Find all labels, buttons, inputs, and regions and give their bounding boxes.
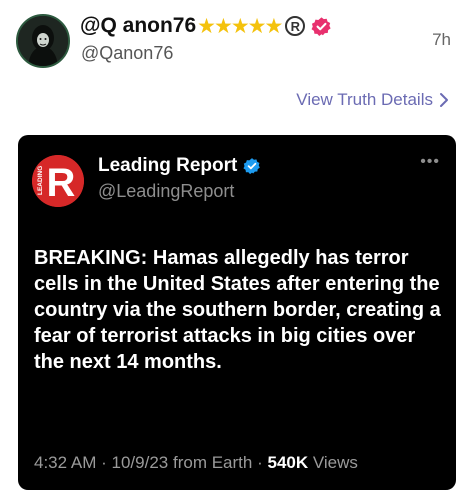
embedded-handle: @LeadingReport: [98, 181, 235, 201]
logo-side-text: LEADING: [37, 166, 44, 195]
embedded-display-name-row: Leading Report: [98, 155, 261, 177]
embedded-time: 4:32 AM: [34, 453, 97, 472]
leading-report-logo-icon: R LEADING: [32, 155, 84, 207]
leading-report-logo: R LEADING: [32, 155, 84, 207]
embedded-display-name: Leading Report: [98, 155, 238, 176]
logo-letter: R: [47, 161, 76, 205]
separator: ·: [257, 453, 263, 472]
hooded-figure-avatar-icon: [18, 16, 68, 66]
view-details-label: View Truth Details: [296, 90, 433, 109]
post-timestamp: 7h: [432, 30, 451, 49]
verified-badge-icon: [311, 16, 331, 36]
embedded-post-text: BREAKING: Hamas allegedly has terror cel…: [34, 247, 441, 373]
star-icon: ★: [230, 14, 250, 38]
user-handle[interactable]: @Qanon76: [81, 43, 173, 64]
views-label: Views: [312, 453, 358, 472]
verified-badge-icon: [243, 158, 261, 175]
star-icon: ★: [197, 14, 216, 38]
embedded-post-meta: 4:32 AM · 10/9/23 from Earth · 540K View…: [34, 453, 358, 473]
more-options-icon: •••: [420, 153, 440, 170]
embedded-post-image[interactable]: R LEADING Leading Report @LeadingReport …: [18, 135, 456, 490]
star-rating: ★ ★ ★ ★ ★: [197, 14, 283, 38]
display-name[interactable]: @Q anon76: [80, 14, 196, 38]
star-icon: ★: [214, 14, 233, 38]
star-icon: ★: [264, 14, 283, 38]
post-header: @Q anon76 ★ ★ ★ ★ ★ R @Qanon76 7h: [0, 0, 473, 80]
registered-icon: R: [285, 16, 306, 36]
display-name-row[interactable]: @Q anon76 ★ ★ ★ ★ ★ R: [80, 14, 332, 38]
embedded-date: 10/9/23: [111, 453, 169, 472]
user-avatar[interactable]: [16, 14, 70, 68]
embedded-source: from Earth: [172, 453, 253, 472]
chevron-right-icon: [440, 93, 448, 107]
star-icon: ★: [247, 14, 267, 38]
view-truth-details-link[interactable]: View Truth Details: [296, 90, 449, 110]
separator: ·: [101, 453, 107, 472]
views-count: 540K: [267, 453, 309, 472]
